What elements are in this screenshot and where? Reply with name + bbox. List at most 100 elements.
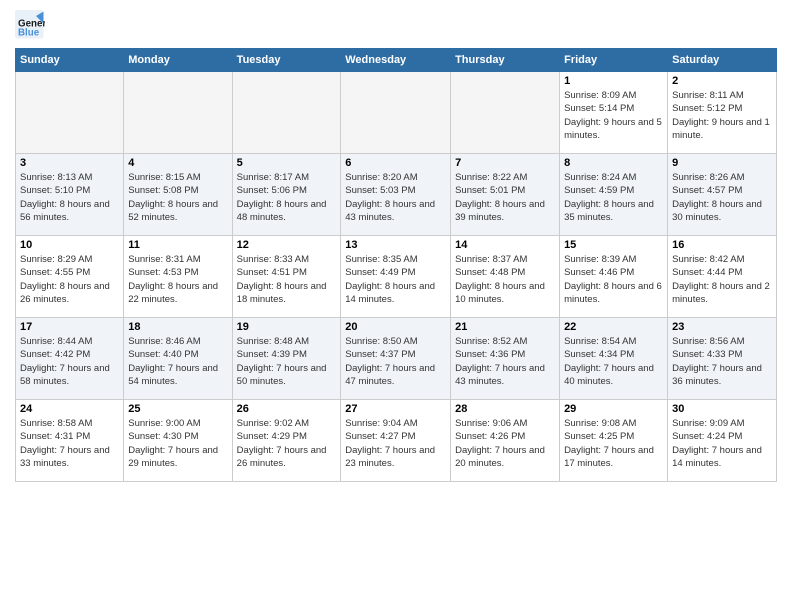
calendar-header-sunday: Sunday (16, 49, 124, 72)
daylight-label: Daylight: (128, 363, 168, 374)
day-number: 1 (564, 75, 663, 87)
sunset-label: Sunset: (564, 349, 599, 360)
sunset-label: Sunset: (345, 185, 380, 196)
day-info: Sunrise: 9:02 AM Sunset: 4:29 PM Dayligh… (237, 417, 337, 470)
sunrise-value: 8:13 AM (58, 172, 93, 183)
sunset-value: 4:53 PM (163, 267, 198, 278)
day-info: Sunrise: 8:26 AM Sunset: 4:57 PM Dayligh… (672, 171, 772, 224)
sunrise-label: Sunrise: (345, 336, 383, 347)
sunset-value: 4:27 PM (380, 431, 415, 442)
day-info: Sunrise: 8:44 AM Sunset: 4:42 PM Dayligh… (20, 335, 119, 388)
sunset-label: Sunset: (345, 349, 380, 360)
day-cell-8: 8 Sunrise: 8:24 AM Sunset: 4:59 PM Dayli… (560, 154, 668, 236)
daylight-label: Daylight: (128, 199, 168, 210)
daylight-label: Daylight: (128, 445, 168, 456)
sunrise-value: 9:04 AM (383, 418, 418, 429)
day-cell-14: 14 Sunrise: 8:37 AM Sunset: 4:48 PM Dayl… (451, 236, 560, 318)
day-cell-21: 21 Sunrise: 8:52 AM Sunset: 4:36 PM Dayl… (451, 318, 560, 400)
sunrise-value: 8:37 AM (493, 254, 528, 265)
sunrise-value: 8:26 AM (710, 172, 745, 183)
sunset-value: 5:12 PM (707, 103, 742, 114)
day-cell-22: 22 Sunrise: 8:54 AM Sunset: 4:34 PM Dayl… (560, 318, 668, 400)
sunrise-value: 8:39 AM (602, 254, 637, 265)
sunrise-label: Sunrise: (128, 254, 166, 265)
day-cell-20: 20 Sunrise: 8:50 AM Sunset: 4:37 PM Dayl… (341, 318, 451, 400)
sunset-label: Sunset: (128, 185, 163, 196)
sunrise-label: Sunrise: (564, 254, 602, 265)
sunrise-value: 8:20 AM (383, 172, 418, 183)
sunrise-value: 8:15 AM (166, 172, 201, 183)
empty-cell (451, 72, 560, 154)
day-info: Sunrise: 8:29 AM Sunset: 4:55 PM Dayligh… (20, 253, 119, 306)
day-number: 11 (128, 239, 227, 251)
sunset-label: Sunset: (20, 431, 55, 442)
day-cell-3: 3 Sunrise: 8:13 AM Sunset: 5:10 PM Dayli… (16, 154, 124, 236)
sunrise-value: 9:06 AM (493, 418, 528, 429)
daylight-label: Daylight: (672, 363, 712, 374)
day-cell-15: 15 Sunrise: 8:39 AM Sunset: 4:46 PM Dayl… (560, 236, 668, 318)
sunrise-label: Sunrise: (672, 254, 710, 265)
sunset-label: Sunset: (20, 267, 55, 278)
sunrise-value: 8:56 AM (710, 336, 745, 347)
day-cell-18: 18 Sunrise: 8:46 AM Sunset: 4:40 PM Dayl… (124, 318, 232, 400)
daylight-label: Daylight: (237, 363, 277, 374)
sunrise-label: Sunrise: (564, 172, 602, 183)
calendar-header-saturday: Saturday (668, 49, 777, 72)
sunrise-label: Sunrise: (455, 172, 493, 183)
day-cell-24: 24 Sunrise: 8:58 AM Sunset: 4:31 PM Dayl… (16, 400, 124, 482)
sunrise-value: 8:46 AM (166, 336, 201, 347)
day-info: Sunrise: 9:09 AM Sunset: 4:24 PM Dayligh… (672, 417, 772, 470)
day-info: Sunrise: 8:13 AM Sunset: 5:10 PM Dayligh… (20, 171, 119, 224)
day-info: Sunrise: 8:11 AM Sunset: 5:12 PM Dayligh… (672, 89, 772, 142)
sunrise-value: 8:31 AM (166, 254, 201, 265)
sunrise-label: Sunrise: (237, 254, 275, 265)
day-cell-30: 30 Sunrise: 9:09 AM Sunset: 4:24 PM Dayl… (668, 400, 777, 482)
day-number: 9 (672, 157, 772, 169)
daylight-label: Daylight: (455, 199, 495, 210)
daylight-label: Daylight: (455, 281, 495, 292)
sunset-value: 4:36 PM (490, 349, 525, 360)
day-number: 20 (345, 321, 446, 333)
sunrise-value: 8:29 AM (58, 254, 93, 265)
day-info: Sunrise: 8:31 AM Sunset: 4:53 PM Dayligh… (128, 253, 227, 306)
day-cell-6: 6 Sunrise: 8:20 AM Sunset: 5:03 PM Dayli… (341, 154, 451, 236)
day-cell-27: 27 Sunrise: 9:04 AM Sunset: 4:27 PM Dayl… (341, 400, 451, 482)
sunrise-label: Sunrise: (237, 418, 275, 429)
day-number: 5 (237, 157, 337, 169)
sunrise-value: 9:09 AM (710, 418, 745, 429)
sunrise-value: 8:35 AM (383, 254, 418, 265)
daylight-label: Daylight: (20, 199, 60, 210)
day-info: Sunrise: 9:08 AM Sunset: 4:25 PM Dayligh… (564, 417, 663, 470)
day-cell-4: 4 Sunrise: 8:15 AM Sunset: 5:08 PM Dayli… (124, 154, 232, 236)
sunset-label: Sunset: (672, 349, 707, 360)
calendar-week-3: 10 Sunrise: 8:29 AM Sunset: 4:55 PM Dayl… (16, 236, 777, 318)
daylight-label: Daylight: (345, 281, 385, 292)
empty-cell (16, 72, 124, 154)
day-number: 28 (455, 403, 555, 415)
sunset-label: Sunset: (672, 267, 707, 278)
day-number: 8 (564, 157, 663, 169)
day-number: 30 (672, 403, 772, 415)
sunrise-label: Sunrise: (564, 90, 602, 101)
sunrise-value: 8:33 AM (274, 254, 309, 265)
calendar-header-row: SundayMondayTuesdayWednesdayThursdayFrid… (16, 49, 777, 72)
sunrise-label: Sunrise: (237, 336, 275, 347)
sunset-label: Sunset: (237, 185, 272, 196)
day-cell-10: 10 Sunrise: 8:29 AM Sunset: 4:55 PM Dayl… (16, 236, 124, 318)
day-info: Sunrise: 9:00 AM Sunset: 4:30 PM Dayligh… (128, 417, 227, 470)
daylight-label: Daylight: (237, 281, 277, 292)
day-info: Sunrise: 8:42 AM Sunset: 4:44 PM Dayligh… (672, 253, 772, 306)
sunset-value: 5:06 PM (272, 185, 307, 196)
sunrise-label: Sunrise: (564, 336, 602, 347)
sunset-value: 4:46 PM (599, 267, 634, 278)
sunrise-value: 8:11 AM (710, 90, 744, 101)
sunset-value: 4:37 PM (380, 349, 415, 360)
daylight-label: Daylight: (237, 445, 277, 456)
sunset-value: 4:26 PM (490, 431, 525, 442)
daylight-label: Daylight: (564, 117, 604, 128)
day-number: 3 (20, 157, 119, 169)
sunrise-value: 8:17 AM (274, 172, 309, 183)
day-info: Sunrise: 8:15 AM Sunset: 5:08 PM Dayligh… (128, 171, 227, 224)
calendar-header-monday: Monday (124, 49, 232, 72)
svg-text:Blue: Blue (18, 28, 40, 39)
